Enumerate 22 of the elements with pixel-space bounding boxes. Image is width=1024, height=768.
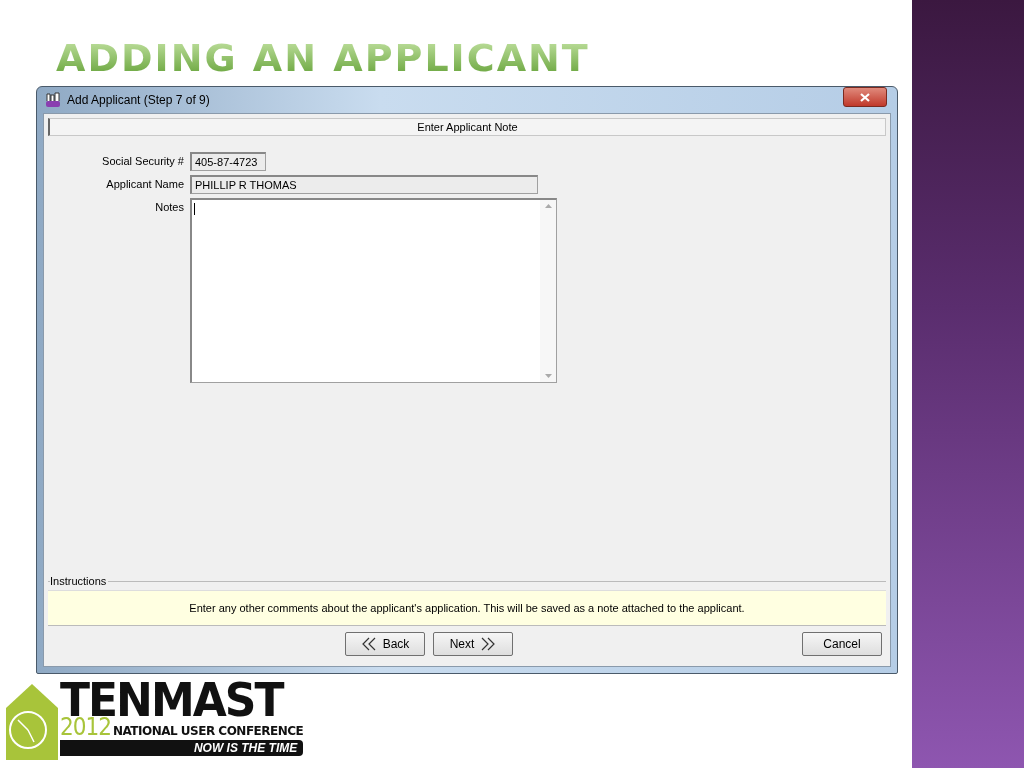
double-right-chevron-icon <box>480 637 497 651</box>
close-icon <box>859 92 871 102</box>
step-header: Enter Applicant Note <box>48 118 886 136</box>
instructions-text: Enter any other comments about the applicant's application. This will be saved as a note attached to the applicant. <box>48 590 886 626</box>
close-button[interactable] <box>843 87 887 107</box>
notes-textarea[interactable] <box>190 198 557 383</box>
logo-subtitle: NATIONAL USER CONFERENCE <box>112 724 304 738</box>
scroll-down-arrow-icon[interactable] <box>544 374 552 378</box>
double-left-chevron-icon <box>360 637 377 651</box>
logo-tagline: NOW IS THE TIME <box>60 740 304 756</box>
app-icon <box>45 92 61 108</box>
window-title: Add Applicant (Step 7 of 9) <box>67 93 211 107</box>
field-label: Applicant Name <box>105 177 184 192</box>
field-label: Social Security # <box>101 154 184 169</box>
scroll-up-arrow-icon[interactable] <box>544 204 552 208</box>
cancel-button[interactable]: Cancel <box>802 632 882 656</box>
next-button[interactable]: Next <box>433 632 513 656</box>
text-field[interactable]: 405-87-4723 <box>190 152 266 171</box>
instructions-legend: Instructions <box>50 575 109 587</box>
back-button[interactable]: Back <box>345 632 425 656</box>
text-field[interactable]: PHILLIP R THOMAS <box>190 175 538 194</box>
field-label: Notes <box>154 200 184 215</box>
